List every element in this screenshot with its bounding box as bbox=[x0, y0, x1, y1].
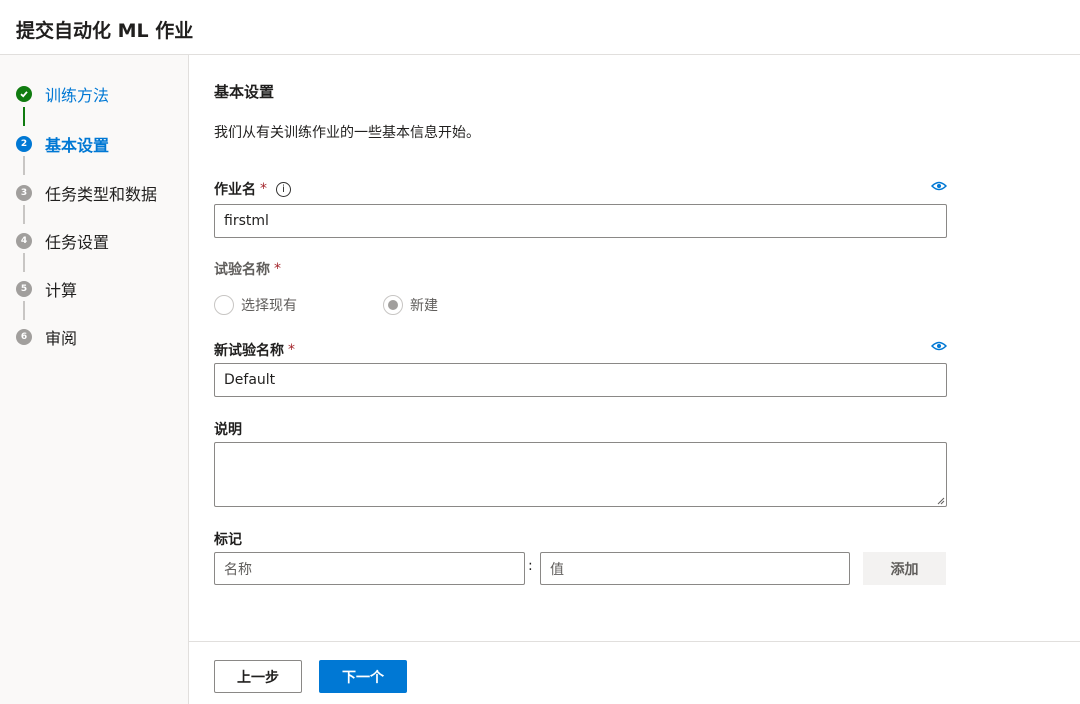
tag-name-input[interactable]: 名称 bbox=[214, 552, 525, 585]
step-label: 基本设置 bbox=[45, 136, 110, 155]
radio-button[interactable] bbox=[383, 295, 403, 315]
section-description: 我们从有关训练作业的一些基本信息开始。 bbox=[214, 125, 480, 141]
add-tag-button[interactable]: 添加 bbox=[863, 552, 946, 585]
tag-separator: : bbox=[528, 558, 533, 574]
job-name-label: 作业名 * i bbox=[214, 179, 291, 199]
step-connector bbox=[23, 253, 25, 272]
step-basic-settings[interactable]: 2 基本设置 bbox=[16, 133, 109, 155]
step-task-type-and-data[interactable]: 3 任务类型和数据 bbox=[16, 182, 157, 204]
check-icon bbox=[16, 86, 32, 102]
step-training-method[interactable]: 训练方法 bbox=[16, 83, 109, 105]
step-connector bbox=[23, 301, 25, 320]
radio-select-existing[interactable]: 选择现有 bbox=[214, 295, 297, 315]
previous-button[interactable]: 上一步 bbox=[214, 660, 302, 693]
step-label: 审阅 bbox=[45, 329, 78, 348]
eye-icon[interactable] bbox=[931, 341, 947, 351]
step-number-icon: 2 bbox=[16, 136, 32, 152]
section-title: 基本设置 bbox=[214, 83, 275, 101]
page-title: 提交自动化 ML 作业 bbox=[16, 20, 194, 42]
new-experiment-name-input[interactable]: Default bbox=[214, 363, 947, 397]
info-icon[interactable]: i bbox=[276, 181, 291, 197]
required-marker: * bbox=[288, 342, 295, 358]
step-compute[interactable]: 5 计算 bbox=[16, 278, 77, 300]
radio-button[interactable] bbox=[214, 295, 234, 315]
required-marker: * bbox=[260, 181, 267, 197]
step-task-settings[interactable]: 4 任务设置 bbox=[16, 230, 109, 252]
step-number-icon: 6 bbox=[16, 329, 32, 345]
experiment-name-label: 试验名称 * bbox=[214, 261, 281, 278]
step-label: 训练方法 bbox=[45, 86, 110, 105]
step-review[interactable]: 6 审阅 bbox=[16, 326, 77, 348]
description-label: 说明 bbox=[214, 422, 242, 438]
radio-create-new[interactable]: 新建 bbox=[383, 295, 438, 315]
next-button[interactable]: 下一个 bbox=[319, 660, 407, 693]
top-bar: 提交自动化 ML 作业 bbox=[0, 0, 1080, 55]
step-connector bbox=[23, 205, 25, 224]
tags-label: 标记 bbox=[214, 532, 242, 548]
eye-icon[interactable] bbox=[931, 181, 947, 191]
description-textarea[interactable] bbox=[214, 442, 947, 507]
step-label: 任务设置 bbox=[45, 233, 110, 252]
job-name-input[interactable]: firstml bbox=[214, 204, 947, 238]
step-number-icon: 3 bbox=[16, 185, 32, 201]
radio-selected-dot bbox=[388, 300, 398, 310]
step-number-icon: 4 bbox=[16, 233, 32, 249]
step-label: 计算 bbox=[45, 281, 78, 300]
required-marker: * bbox=[274, 261, 281, 277]
step-connector bbox=[23, 156, 25, 175]
wizard-footer: 上一步 下一个 bbox=[189, 641, 1080, 704]
wizard-steps-sidebar: 训练方法 2 基本设置 3 任务类型和数据 4 任务设置 5 计算 6 审阅 bbox=[0, 55, 189, 704]
resize-handle-icon[interactable] bbox=[937, 497, 945, 505]
new-experiment-name-label: 新试验名称 * bbox=[214, 342, 295, 359]
step-number-icon: 5 bbox=[16, 281, 32, 297]
step-connector bbox=[23, 107, 25, 126]
step-label: 任务类型和数据 bbox=[45, 185, 158, 204]
tag-value-input[interactable]: 值 bbox=[540, 552, 850, 585]
